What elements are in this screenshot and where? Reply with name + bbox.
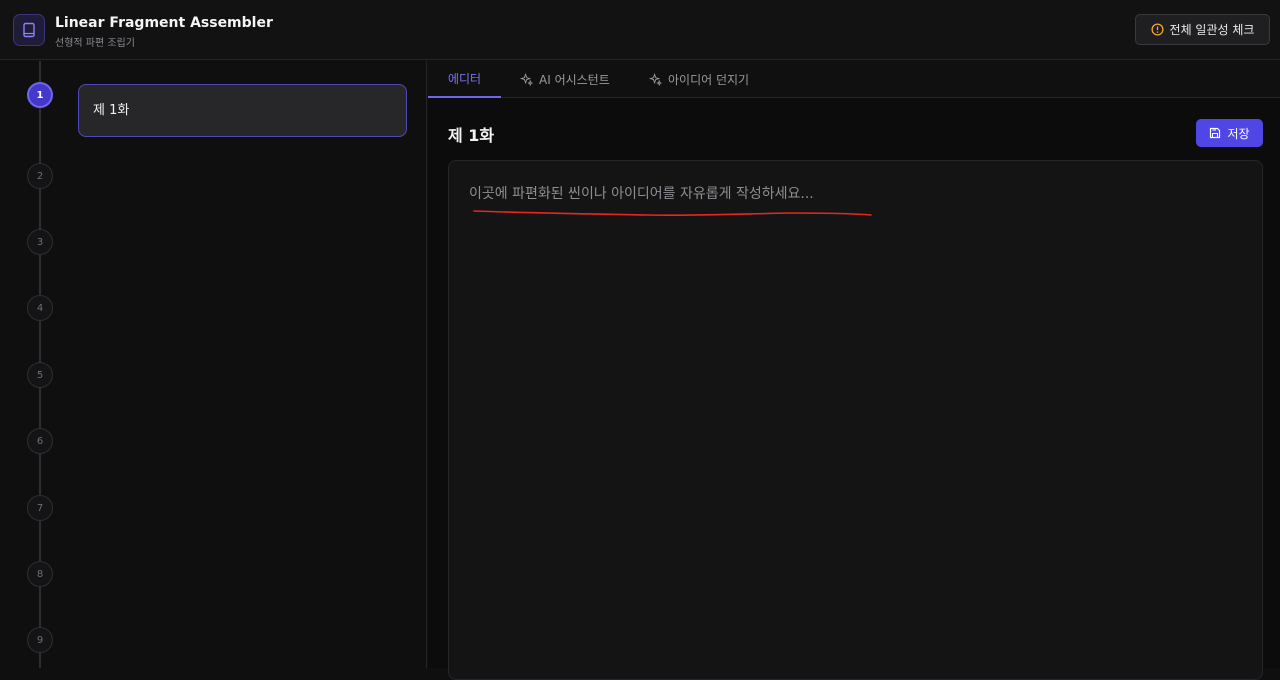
sparkles-icon: [520, 73, 533, 86]
episode-sidebar: 1 2 3 4 5 6 7 8 9 제 1화: [0, 61, 427, 668]
book-icon: [23, 22, 35, 38]
timeline-step-4[interactable]: 4: [27, 295, 53, 321]
timeline-step-7[interactable]: 7: [27, 495, 53, 521]
app-title: Linear Fragment Assembler: [55, 15, 273, 31]
save-button[interactable]: 저장: [1196, 119, 1263, 147]
editor-textarea[interactable]: 이곳에 파편화된 씬이나 아이디어를 자유롭게 작성하세요...: [448, 160, 1263, 680]
sparkles-icon: [649, 73, 662, 86]
timeline-step-8[interactable]: 8: [27, 561, 53, 587]
alert-circle-icon: [1150, 23, 1164, 36]
app-logo: [13, 14, 45, 46]
tab-editor-label: 에디터: [447, 72, 482, 86]
tab-ai-assistant[interactable]: AI 어시스턴트: [520, 61, 610, 98]
timeline-step-1[interactable]: 1: [27, 82, 53, 108]
save-icon: [1210, 127, 1221, 139]
consistency-check-button[interactable]: 전체 일관성 체크: [1135, 14, 1270, 45]
tab-editor[interactable]: 에디터: [428, 61, 501, 98]
document-title: 제 1화: [448, 126, 495, 145]
app-subtitle: 선형적 파편 조립기: [55, 38, 135, 49]
tab-ai-assistant-label: AI 어시스턴트: [539, 73, 610, 87]
timeline-step-3[interactable]: 3: [27, 229, 53, 255]
episode-card-label: 제 1화: [93, 103, 130, 118]
app-header: Linear Fragment Assembler 선형적 파편 조립기 전체 …: [0, 0, 1280, 60]
timeline-step-9[interactable]: 9: [27, 627, 53, 653]
editor-panel: 에디터 AI 어시스턴트 아이디어 던지기 제 1화 저장 이곳에 파편화된 씬…: [428, 61, 1280, 680]
timeline-step-6[interactable]: 6: [27, 428, 53, 454]
timeline-step-5[interactable]: 5: [27, 362, 53, 388]
consistency-check-label: 전체 일관성 체크: [1169, 23, 1255, 37]
tab-idea-throw[interactable]: 아이디어 던지기: [649, 61, 749, 98]
timeline-step-2[interactable]: 2: [27, 163, 53, 189]
tab-bar: 에디터 AI 어시스턴트 아이디어 던지기: [428, 61, 1280, 98]
editor-placeholder: 이곳에 파편화된 씬이나 아이디어를 자유롭게 작성하세요...: [469, 186, 814, 202]
tab-idea-throw-label: 아이디어 던지기: [668, 73, 750, 87]
red-underline-annotation: [473, 210, 872, 217]
episode-card[interactable]: 제 1화: [78, 84, 407, 137]
save-button-label: 저장: [1227, 126, 1250, 141]
